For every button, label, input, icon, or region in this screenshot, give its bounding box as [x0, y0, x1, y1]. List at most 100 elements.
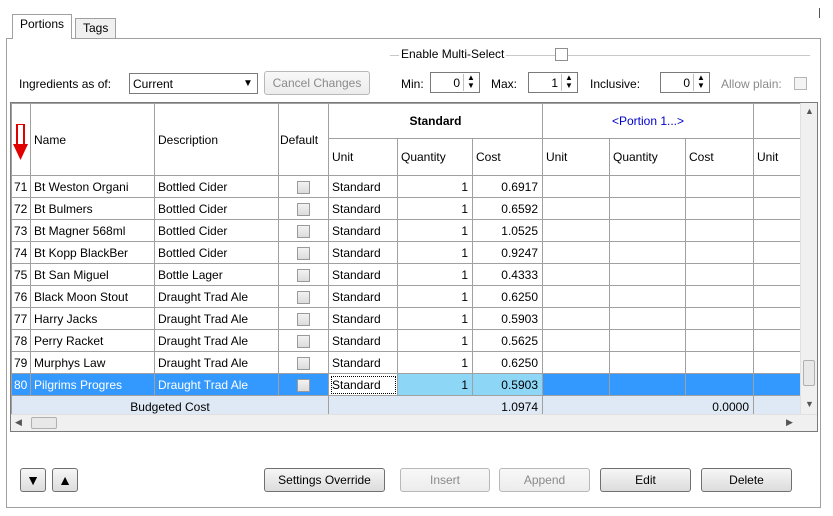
cell-unit[interactable]: Standard — [328, 241, 398, 264]
cell-portion-quantity[interactable] — [609, 285, 686, 308]
col-header-cost[interactable]: Cost — [685, 138, 754, 176]
cell-description[interactable]: Bottled Cider — [154, 197, 279, 220]
cell-next-unit[interactable] — [753, 307, 804, 330]
cell-portion-cost[interactable] — [685, 307, 754, 330]
cell-portion-quantity[interactable] — [609, 351, 686, 374]
cell-cost[interactable]: 0.4333 — [472, 263, 543, 286]
cell-description[interactable]: Bottled Cider — [154, 219, 279, 242]
row-number[interactable]: 76 — [11, 285, 31, 308]
cell-default[interactable] — [278, 197, 329, 220]
table-row[interactable]: 80 Pilgrims Progres Draught Trad Ale Standa… — [11, 373, 804, 396]
cell-description[interactable]: Draught Trad Ale — [154, 307, 279, 330]
col-header-cost[interactable]: Cost — [472, 138, 543, 176]
row-number[interactable]: 77 — [11, 307, 31, 330]
settings-override-button[interactable]: Settings Override — [264, 468, 385, 492]
scroll-left-icon[interactable]: ◀ — [15, 417, 22, 428]
cell-description[interactable]: Draught Trad Ale — [154, 373, 279, 396]
cell-portion-quantity[interactable] — [609, 241, 686, 264]
group-header-standard[interactable]: Standard — [328, 103, 543, 139]
cell-default[interactable] — [278, 307, 329, 330]
default-checkbox[interactable] — [297, 356, 310, 370]
cell-default[interactable] — [278, 329, 329, 352]
cell-name[interactable]: Harry Jacks — [30, 307, 155, 330]
cell-portion-unit[interactable] — [542, 175, 610, 198]
delete-button[interactable]: Delete — [701, 468, 792, 492]
horizontal-scrollbar[interactable]: ◀ ▶ — [11, 414, 817, 431]
cell-cost[interactable]: 0.6592 — [472, 197, 543, 220]
cell-portion-unit[interactable] — [542, 241, 610, 264]
cell-name[interactable]: Bt Bulmers — [30, 197, 155, 220]
cell-cost[interactable]: 0.5903 — [472, 373, 543, 396]
default-checkbox[interactable] — [297, 246, 310, 260]
cell-next-unit[interactable] — [753, 175, 804, 198]
cell-cost[interactable]: 0.6917 — [472, 175, 543, 198]
cell-portion-unit[interactable] — [542, 307, 610, 330]
row-number[interactable]: 80 — [11, 373, 31, 396]
col-header-unit[interactable]: Unit — [328, 138, 398, 176]
cell-name[interactable]: Murphys Law — [30, 351, 155, 374]
cell-description[interactable]: Draught Trad Ale — [154, 351, 279, 374]
cell-portion-quantity[interactable] — [609, 263, 686, 286]
col-header-default[interactable]: Default — [278, 103, 329, 176]
cell-description[interactable]: Draught Trad Ale — [154, 329, 279, 352]
cell-next-unit[interactable] — [753, 219, 804, 242]
cell-cost[interactable]: 1.0525 — [472, 219, 543, 242]
cell-portion-quantity[interactable] — [609, 175, 686, 198]
cell-portion-quantity[interactable] — [609, 197, 686, 220]
col-header-unit[interactable]: Unit — [753, 138, 804, 176]
cell-portion-unit[interactable] — [542, 197, 610, 220]
cell-default[interactable] — [278, 351, 329, 374]
cell-next-unit[interactable] — [753, 285, 804, 308]
table-row[interactable]: 71 Bt Weston Organi Bottled Cider Standard 1… — [11, 175, 804, 198]
cell-quantity[interactable]: 1 — [397, 175, 473, 198]
col-header-quantity[interactable]: Quantity — [609, 138, 686, 176]
table-row[interactable]: 76 Black Moon Stout Draught Trad Ale Standa… — [11, 285, 804, 308]
cell-unit[interactable]: Standard — [328, 373, 398, 396]
cell-default[interactable] — [278, 175, 329, 198]
cell-description[interactable]: Bottled Cider — [154, 175, 279, 198]
max-stepper[interactable]: 1 ▲ ▼ — [528, 72, 578, 93]
table-row[interactable]: 72 Bt Bulmers Bottled Cider Standard 1 0.6592 — [11, 197, 804, 220]
cell-name[interactable]: Black Moon Stout — [30, 285, 155, 308]
cell-cost[interactable]: 0.6250 — [472, 351, 543, 374]
col-header-quantity[interactable]: Quantity — [397, 138, 473, 176]
insert-button[interactable]: Insert — [400, 468, 490, 492]
move-up-button[interactable]: ▲ — [52, 468, 78, 492]
ingredients-combo[interactable]: Current ▼ — [129, 73, 258, 94]
row-header-corner[interactable] — [11, 103, 31, 176]
multi-select-checkbox[interactable] — [555, 48, 568, 61]
cell-quantity[interactable]: 1 — [397, 307, 473, 330]
cell-next-unit[interactable] — [753, 373, 804, 396]
col-header-name[interactable]: Name — [30, 103, 155, 176]
cell-portion-unit[interactable] — [542, 351, 610, 374]
cell-description[interactable]: Bottled Cider — [154, 241, 279, 264]
table-row[interactable]: 79 Murphys Law Draught Trad Ale Standard 1 0.… — [11, 351, 804, 374]
tab-tags[interactable]: Tags — [75, 18, 117, 38]
cell-portion-quantity[interactable] — [609, 219, 686, 242]
row-number[interactable]: 74 — [11, 241, 31, 264]
chevron-down-icon[interactable]: ▼ — [241, 76, 255, 91]
allow-plain-checkbox[interactable] — [794, 77, 807, 90]
cell-name[interactable]: Bt Magner 568ml — [30, 219, 155, 242]
cell-unit[interactable]: Standard — [328, 329, 398, 352]
cell-next-unit[interactable] — [753, 329, 804, 352]
cell-default[interactable] — [278, 263, 329, 286]
cell-portion-cost[interactable] — [685, 219, 754, 242]
cell-quantity[interactable]: 1 — [397, 285, 473, 308]
cell-name[interactable]: Bt Weston Organi — [30, 175, 155, 198]
cell-quantity[interactable]: 1 — [397, 197, 473, 220]
cell-unit[interactable]: Standard — [328, 285, 398, 308]
default-checkbox[interactable] — [297, 268, 310, 282]
cell-portion-cost[interactable] — [685, 241, 754, 264]
append-button[interactable]: Append — [499, 468, 590, 492]
cell-unit[interactable]: Standard — [328, 263, 398, 286]
cell-description[interactable]: Bottle Lager — [154, 263, 279, 286]
tab-portions[interactable]: Portions — [12, 14, 73, 39]
cell-description[interactable]: Draught Trad Ale — [154, 285, 279, 308]
cell-unit[interactable]: Standard — [328, 307, 398, 330]
row-number[interactable]: 72 — [11, 197, 31, 220]
table-row[interactable]: 77 Harry Jacks Draught Trad Ale Standard 1 0.… — [11, 307, 804, 330]
cell-name[interactable]: Pilgrims Progres — [30, 373, 155, 396]
cell-portion-unit[interactable] — [542, 263, 610, 286]
scroll-right-icon[interactable]: ▶ — [786, 417, 793, 428]
